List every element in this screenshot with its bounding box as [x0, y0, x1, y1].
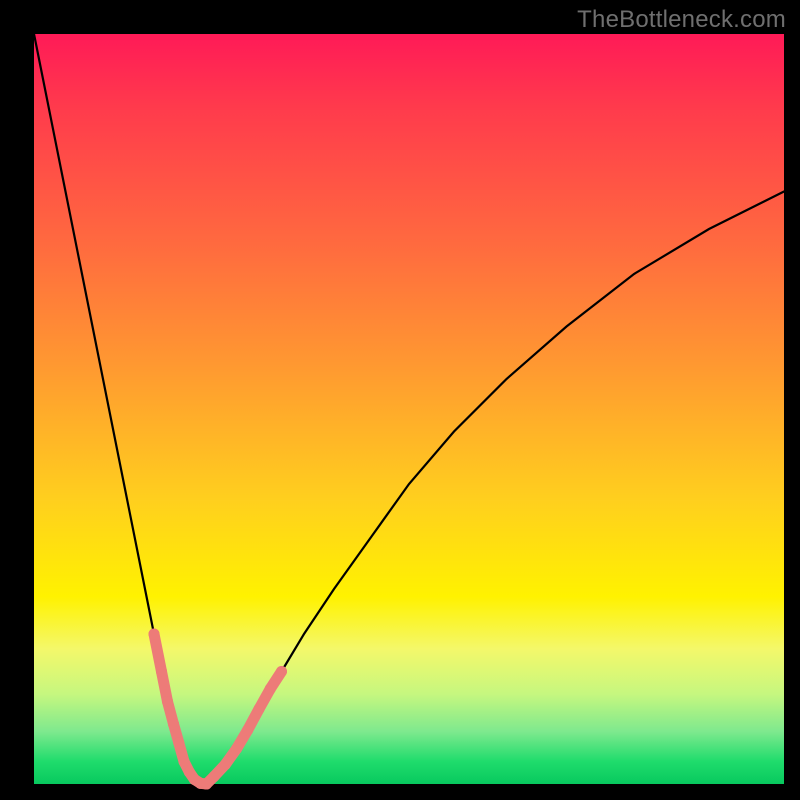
marker-segment — [154, 634, 162, 672]
marker-dot — [173, 737, 184, 748]
marker-dot — [168, 719, 179, 730]
marker-dot — [254, 704, 265, 715]
marker-dot — [209, 771, 220, 782]
curve-svg — [34, 34, 784, 784]
chart-frame: TheBottleneck.com — [0, 0, 800, 800]
watermark-text: TheBottleneck.com — [577, 6, 786, 34]
plot-area — [34, 34, 784, 784]
marker-dot — [220, 759, 231, 770]
marker-dot — [231, 743, 242, 754]
marker-dot — [242, 725, 253, 736]
marker-dot — [149, 629, 160, 640]
marker-cluster — [149, 629, 288, 790]
marker-dot — [179, 756, 190, 767]
marker-dot — [156, 666, 167, 677]
marker-dot — [265, 683, 276, 694]
marker-dot — [276, 666, 287, 677]
marker-dot — [162, 696, 173, 707]
bottleneck-curve — [34, 34, 784, 784]
